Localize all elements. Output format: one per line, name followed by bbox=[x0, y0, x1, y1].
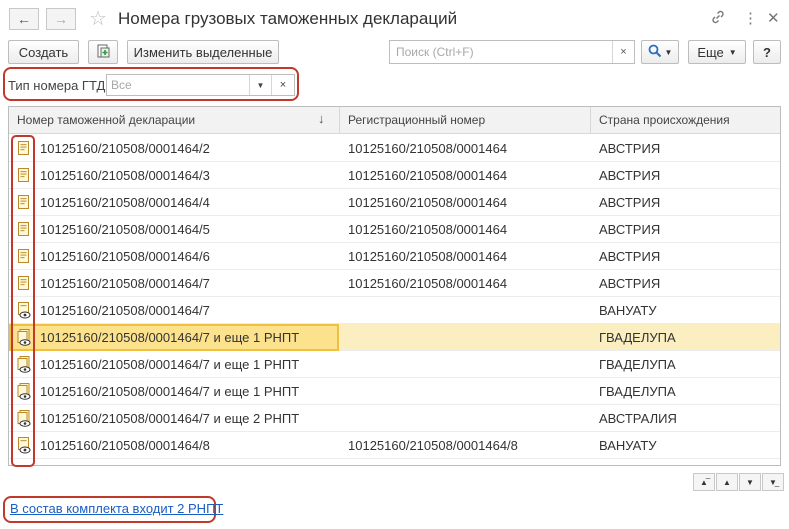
column-header-number[interactable]: Номер таможенной декларации bbox=[17, 113, 195, 127]
cell-registration-number: 10125160/210508/0001464/8 bbox=[348, 438, 518, 453]
cell-declaration-number: 10125160/210508/0001464/7 и еще 2 РНПТ bbox=[40, 411, 300, 426]
search-field[interactable]: Поиск (Ctrl+F) × bbox=[389, 40, 635, 64]
chevron-down-icon[interactable]: ▼ bbox=[249, 75, 271, 95]
search-clear-button[interactable]: × bbox=[612, 41, 634, 63]
filter-placeholder: Все bbox=[111, 78, 132, 92]
cell-declaration-number: 10125160/210508/0001464/7 и еще 1 РНПТ bbox=[40, 384, 300, 399]
table-header: Номер таможенной декларации ↓ Регистраци… bbox=[9, 107, 780, 134]
cell-country: ГВАДЕЛУПА bbox=[599, 330, 676, 345]
close-icon[interactable]: ✕ bbox=[767, 9, 780, 27]
first-page-button[interactable]: ▲̅ bbox=[693, 473, 715, 491]
table-row[interactable]: 10125160/210508/0001464/8 10125160/210508… bbox=[9, 432, 780, 459]
search-placeholder: Поиск (Ctrl+F) bbox=[396, 45, 474, 59]
cell-country: ВАНУАТУ bbox=[599, 303, 657, 318]
declarations-table[interactable]: Номер таможенной декларации ↓ Регистраци… bbox=[8, 106, 781, 466]
cell-registration-number: 10125160/210508/0001464 bbox=[348, 276, 508, 291]
more-button[interactable]: Еще ▼ bbox=[688, 40, 746, 64]
filter-clear-button[interactable]: × bbox=[271, 75, 294, 95]
link-icon[interactable] bbox=[710, 9, 726, 29]
title-bar: ← → ☆ Номера грузовых таможенных деклара… bbox=[0, 0, 789, 38]
first-page-icon: ▲̅ bbox=[700, 477, 708, 487]
table-row[interactable] bbox=[9, 459, 780, 465]
cell-declaration-number: 10125160/210508/0001464/8 bbox=[40, 438, 210, 453]
cell-registration-number: 10125160/210508/0001464 bbox=[348, 249, 508, 264]
filter-select[interactable]: Все ▼ × bbox=[106, 74, 295, 96]
column-divider[interactable] bbox=[339, 107, 340, 134]
cell-registration-number: 10125160/210508/0001464 bbox=[348, 195, 508, 210]
table-row[interactable]: 10125160/210508/0001464/2 10125160/210508… bbox=[9, 135, 780, 162]
cell-country: АВСТРИЯ bbox=[599, 168, 661, 183]
prev-page-icon: ▲ bbox=[723, 477, 731, 487]
cell-country: АВСТРИЯ bbox=[599, 222, 661, 237]
table-row[interactable]: 10125160/210508/0001464/7 и еще 1 РНПТ ГВ… bbox=[9, 378, 780, 405]
cell-declaration-number: 10125160/210508/0001464/7 и еще 1 РНПТ bbox=[40, 330, 300, 345]
last-page-icon: ▼̲ bbox=[769, 477, 777, 487]
cell-registration-number: 10125160/210508/0001464 bbox=[348, 141, 508, 156]
back-button[interactable]: ← bbox=[9, 8, 39, 30]
more-label: Еще bbox=[697, 44, 724, 60]
cell-declaration-number: 10125160/210508/0001464/6 bbox=[40, 249, 210, 264]
create-button[interactable]: Создать bbox=[8, 40, 79, 64]
last-page-button[interactable]: ▼̲ bbox=[762, 473, 784, 491]
help-button[interactable]: ? bbox=[753, 40, 781, 64]
table-row[interactable]: 10125160/210508/0001464/6 10125160/210508… bbox=[9, 243, 780, 270]
chevron-down-icon: ▼ bbox=[664, 47, 673, 57]
star-icon[interactable]: ☆ bbox=[89, 6, 107, 31]
cell-country: АВСТРИЯ bbox=[599, 276, 661, 291]
prev-page-button[interactable]: ▲ bbox=[716, 473, 738, 491]
sort-indicator-icon: ↓ bbox=[318, 111, 325, 126]
chevron-down-icon: ▼ bbox=[728, 47, 737, 57]
cell-country: ВАНУАТУ bbox=[599, 438, 657, 453]
filter-label: Тип номера ГТД: bbox=[8, 78, 109, 93]
next-page-icon: ▼ bbox=[746, 477, 754, 487]
cell-country: АВСТРИЯ bbox=[599, 195, 661, 210]
add-copy-button[interactable] bbox=[88, 40, 118, 64]
cell-country: АВСТРАЛИЯ bbox=[599, 411, 677, 426]
edit-selected-button[interactable]: Изменить выделенные bbox=[127, 40, 279, 64]
table-row[interactable]: 10125160/210508/0001464/7 10125160/210508… bbox=[9, 270, 780, 297]
cell-country: АВСТРИЯ bbox=[599, 249, 661, 264]
cell-country: ГВАДЕЛУПА bbox=[599, 357, 676, 372]
table-row[interactable]: 10125160/210508/0001464/7 ВАНУАТУ bbox=[9, 297, 780, 324]
window-title: Номера грузовых таможенных деклараций bbox=[118, 9, 458, 28]
next-page-button[interactable]: ▼ bbox=[739, 473, 761, 491]
search-icon bbox=[648, 44, 662, 61]
cell-declaration-number: 10125160/210508/0001464/7 и еще 1 РНПТ bbox=[40, 357, 300, 372]
set-composition-link[interactable]: В состав комплекта входит 2 РНПТ bbox=[10, 501, 223, 516]
kebab-icon[interactable]: ⋮ bbox=[743, 9, 758, 27]
cell-declaration-number: 10125160/210508/0001464/7 bbox=[40, 303, 210, 318]
table-row[interactable]: 10125160/210508/0001464/5 10125160/210508… bbox=[9, 216, 780, 243]
cell-declaration-number: 10125160/210508/0001464/2 bbox=[40, 141, 210, 156]
cell-registration-number: 10125160/210508/0001464 bbox=[348, 222, 508, 237]
table-row[interactable]: 10125160/210508/0001464/4 10125160/210508… bbox=[9, 189, 780, 216]
column-divider[interactable] bbox=[590, 107, 591, 134]
icon-column-highlight bbox=[11, 135, 35, 467]
cell-country: ГВАДЕЛУПА bbox=[599, 384, 676, 399]
table-row[interactable]: 10125160/210508/0001464/7 и еще 1 РНПТ ГВ… bbox=[9, 351, 780, 378]
table-row[interactable]: 10125160/210508/0001464/7 и еще 2 РНПТ АВ… bbox=[9, 405, 780, 432]
column-header-reg-number[interactable]: Регистрационный номер bbox=[348, 113, 485, 127]
table-row[interactable]: 10125160/210508/0001464/3 10125160/210508… bbox=[9, 162, 780, 189]
column-header-country[interactable]: Страна происхождения bbox=[599, 113, 730, 127]
cell-declaration-number: 10125160/210508/0001464/4 bbox=[40, 195, 210, 210]
arrow-right-icon: → bbox=[54, 11, 68, 27]
cell-declaration-number: 10125160/210508/0001464/3 bbox=[40, 168, 210, 183]
cell-registration-number: 10125160/210508/0001464 bbox=[348, 168, 508, 183]
add-copy-icon bbox=[95, 43, 111, 62]
forward-button[interactable]: → bbox=[46, 8, 76, 30]
table-row[interactable]: 10125160/210508/0001464/7 и еще 1 РНПТ ГВ… bbox=[9, 324, 780, 351]
cell-country: АВСТРИЯ bbox=[599, 141, 661, 156]
arrow-left-icon: ← bbox=[17, 11, 31, 27]
cell-declaration-number: 10125160/210508/0001464/5 bbox=[40, 222, 210, 237]
search-button[interactable]: ▼ bbox=[641, 40, 679, 64]
cell-declaration-number: 10125160/210508/0001464/7 bbox=[40, 276, 210, 291]
